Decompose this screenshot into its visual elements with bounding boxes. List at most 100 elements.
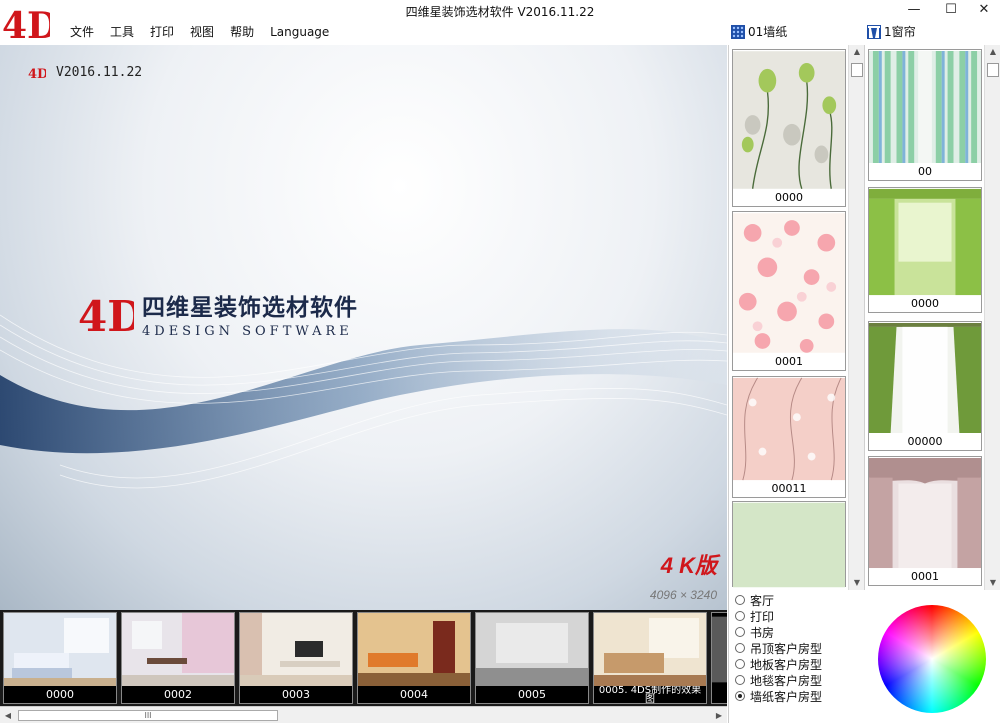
close-button[interactable]: ✕	[968, 0, 1000, 20]
wallpaper-image	[733, 213, 845, 353]
room-thumbnail[interactable]: 0005	[475, 612, 589, 704]
wallpaper-label: 00011	[771, 482, 807, 495]
menu-view[interactable]: 视图	[182, 23, 222, 41]
wallpaper-icon	[731, 24, 745, 39]
room-type-option[interactable]: 书房	[729, 624, 864, 640]
scroll-down-icon[interactable]: ▼	[985, 576, 1000, 590]
menu-help[interactable]: 帮助	[222, 23, 262, 41]
room-thumbnail-strip: 0000 0002 0003 0004 0005 0005. 4DS制作的效果图	[0, 610, 727, 706]
menu-tools[interactable]: 工具	[102, 23, 142, 41]
room-type-option[interactable]: 吊顶客户房型	[729, 640, 864, 656]
brand-block: 4D 四维星装饰选材软件 4DESIGN SOFTWARE	[78, 288, 358, 340]
svg-text:4D: 4D	[78, 292, 134, 339]
curtain-swatch[interactable]: 00	[868, 49, 982, 181]
tab-wallpaper[interactable]: 01墙纸	[731, 23, 787, 40]
color-picker-panel	[864, 590, 1000, 723]
wallpaper-panel: 0000 0001 00011 ▲ ▼	[728, 45, 864, 590]
room-type-label: 吊顶客户房型	[750, 641, 823, 656]
wallpaper-swatch[interactable]: 0001	[732, 211, 846, 371]
room-type-option[interactable]: 墙纸客户房型	[729, 688, 864, 704]
scroll-right-icon[interactable]: ▶	[711, 707, 727, 724]
brand-name-cn: 四维星装饰选材软件	[142, 294, 358, 321]
menu-file[interactable]: 文件	[62, 23, 102, 41]
curtain-scrollbar[interactable]: ▲ ▼	[984, 45, 1000, 590]
maximize-button[interactable]: ☐	[935, 0, 967, 20]
edition-badge: 4 K版	[660, 553, 717, 578]
radio-button-selected[interactable]	[735, 691, 745, 701]
scroll-up-icon[interactable]: ▲	[985, 45, 1000, 59]
scroll-thumb[interactable]: III	[18, 710, 278, 721]
wallpaper-swatch[interactable]	[732, 501, 846, 588]
scroll-thumb[interactable]	[987, 63, 999, 77]
curtain-swatch[interactable]: 0001	[868, 456, 982, 586]
room-thumbnail[interactable]: 0002	[121, 612, 235, 704]
curtain-image	[869, 322, 981, 434]
version-text: V2016.11.22	[56, 65, 143, 80]
curtain-label: 0001	[911, 570, 939, 583]
color-wheel[interactable]	[878, 605, 986, 713]
design-canvas[interactable]: 4D V2016.11.22 4D 四维星装饰选材软件 4DESIGN SOFT…	[0, 45, 727, 610]
radio-button[interactable]	[735, 659, 745, 669]
room-strip-scrollbar[interactable]: ◀ III ▶	[0, 706, 727, 723]
room-label: 0000	[4, 686, 116, 703]
wallpaper-scrollbar[interactable]: ▲ ▼	[848, 45, 864, 590]
room-image	[4, 613, 116, 686]
room-label: 0004	[358, 686, 470, 703]
curtain-swatch[interactable]: 0000	[868, 187, 982, 313]
tab-curtain[interactable]: 1窗帘	[867, 23, 916, 40]
room-type-label: 墙纸客户房型	[750, 689, 823, 704]
room-type-option[interactable]: 打印	[729, 608, 864, 624]
curtain-swatch[interactable]: 00000	[868, 321, 982, 451]
curtain-image	[869, 188, 981, 296]
color-wheel-highlight	[878, 605, 986, 713]
room-type-option[interactable]: 地板客户房型	[729, 656, 864, 672]
radio-button[interactable]	[735, 627, 745, 637]
curtain-label: 00	[918, 165, 932, 178]
curtain-label: 0000	[911, 297, 939, 310]
curtain-label: 00000	[907, 435, 943, 448]
svg-text:4D: 4D	[28, 67, 46, 80]
curtain-image	[869, 457, 981, 569]
room-thumbnail[interactable]: 0000	[3, 612, 117, 704]
wallpaper-swatch[interactable]: 0000	[732, 49, 846, 207]
menu-language[interactable]: Language	[262, 23, 337, 41]
menu-print[interactable]: 打印	[142, 23, 182, 41]
room-label: 0002	[122, 686, 234, 703]
room-label: 0005. 4DS制作的效果图	[594, 686, 706, 703]
room-thumbnail[interactable]: 0005. 4DS制作的效果图	[593, 612, 707, 704]
room-type-label: 地板客户房型	[750, 657, 823, 672]
room-type-list: 客厅 打印 书房 吊顶客户房型 地板客户房型 地毯客户房型 墙纸客户房型	[728, 590, 864, 723]
radio-button[interactable]	[735, 611, 745, 621]
room-type-option[interactable]: 地毯客户房型	[729, 672, 864, 688]
wallpaper-image	[733, 377, 845, 481]
small-logo: 4D	[28, 67, 46, 80]
radio-button[interactable]	[735, 675, 745, 685]
room-label: 0005	[476, 686, 588, 703]
room-type-label: 客厅	[750, 593, 775, 608]
scroll-up-icon[interactable]: ▲	[849, 45, 865, 59]
wallpaper-image	[733, 502, 845, 588]
room-image	[240, 613, 352, 686]
window-title: 四维星装饰选材软件 V2016.11.22	[405, 5, 595, 19]
room-image	[476, 613, 588, 686]
room-type-option[interactable]: 客厅	[729, 592, 864, 608]
curtain-icon	[867, 24, 881, 39]
radio-button[interactable]	[735, 595, 745, 605]
menu-bar: 文件 工具 打印 视图 帮助 Language	[62, 23, 337, 41]
room-thumbnail[interactable]: 0003	[239, 612, 353, 704]
room-thumbnail-partial[interactable]	[711, 612, 727, 704]
minimize-button[interactable]: —	[898, 0, 930, 20]
scroll-thumb[interactable]	[851, 63, 863, 77]
scroll-down-icon[interactable]: ▼	[849, 576, 865, 590]
room-type-label: 地毯客户房型	[750, 673, 823, 688]
brand-logo: 4D	[78, 292, 134, 339]
wallpaper-swatch[interactable]: 00011	[732, 376, 846, 498]
scroll-left-icon[interactable]: ◀	[0, 707, 16, 724]
room-image	[712, 616, 727, 683]
room-image	[358, 613, 470, 686]
wallpaper-image	[733, 51, 845, 189]
radio-button[interactable]	[735, 643, 745, 653]
tab-wallpaper-label: 01墙纸	[748, 25, 788, 39]
wallpaper-label: 0001	[775, 355, 803, 368]
room-thumbnail[interactable]: 0004	[357, 612, 471, 704]
